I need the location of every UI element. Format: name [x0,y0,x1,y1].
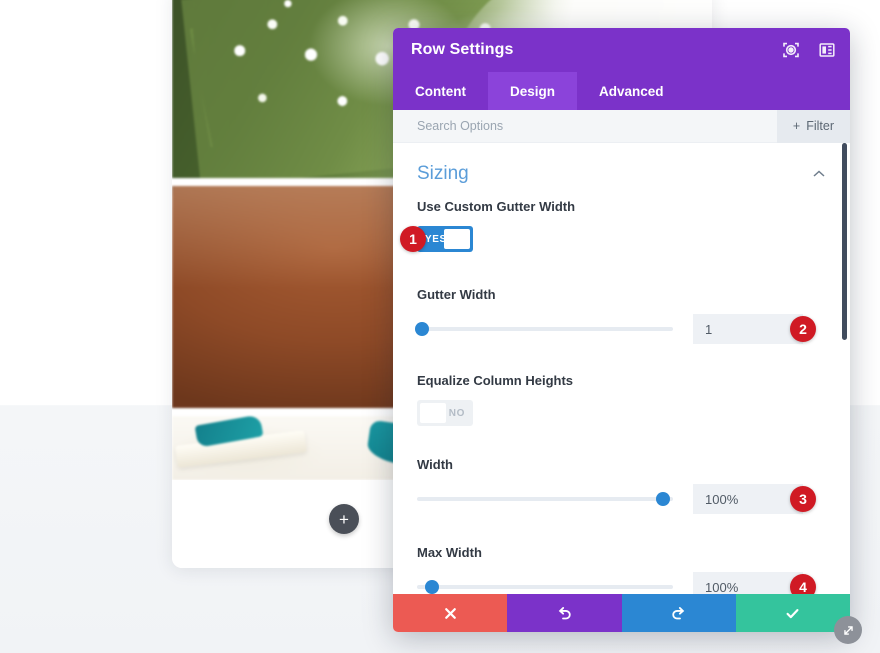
slider-thumb[interactable] [655,492,670,506]
input-width[interactable] [693,484,803,514]
slider-thumb[interactable] [415,322,430,336]
slider-thumb[interactable] [425,580,440,594]
field-width: Width 3 [417,433,826,521]
page-title: Row Settings [411,41,514,58]
field-use-custom-gutter-width: Use Custom Gutter Width 1 YES [400,199,826,261]
undo-icon [558,606,571,619]
filter-button[interactable]: + Filter [776,109,850,143]
field-label: Use Custom Gutter Width [417,199,576,214]
slider-track [417,497,673,501]
step-badge-2: 2 [790,316,816,342]
slider-gutter-width[interactable] [415,319,673,339]
slider-max-width[interactable] [417,577,673,594]
modal-header: Row Settings [393,28,850,72]
field-label: Max Width [417,545,482,560]
checkmark-icon [786,608,799,618]
field-label: Width [417,457,453,472]
layout-panel-icon[interactable] [818,41,836,59]
cancel-button[interactable] [393,594,508,632]
slider-track [417,327,673,331]
field-equalize-column-heights: Equalize Column Heights NO [417,351,826,433]
focus-target-icon[interactable] [782,41,800,59]
field-max-width: Max Width 4 [417,521,826,594]
section-title: Sizing [417,163,469,184]
input-max-width[interactable] [693,572,803,594]
chevron-up-icon[interactable] [812,167,826,181]
search-input[interactable] [417,119,777,133]
search-bar: + Filter [393,109,850,143]
modal-header-icons [782,41,836,59]
tab-advanced[interactable]: Advanced [577,72,686,110]
step-badge-4: 4 [790,574,816,594]
plus-icon: + [792,119,801,133]
modal-footer [393,594,850,632]
redo-icon [672,606,685,619]
toggle-state-label: YES [425,233,447,245]
close-icon [444,607,456,619]
modal-tabs: Content Design Advanced [393,72,850,110]
toggle-knob [420,403,446,423]
scrollbar-thumb[interactable] [842,143,847,340]
screen: + Row Settings Content Design Advanced S… [0,0,880,653]
plus-icon: + [339,509,349,529]
slider-width[interactable] [417,489,673,509]
redo-button[interactable] [621,594,736,632]
toggle-state-label: NO [448,407,465,419]
input-gutter-width[interactable] [693,314,803,344]
tab-design[interactable]: Design [488,72,578,110]
add-module-button[interactable]: + [329,504,359,534]
options-scrollbar[interactable] [841,143,847,594]
options-scroll-area: Sizing Use Custom Gutter Width 1 YES Gut… [393,143,850,594]
section-sizing-header[interactable]: Sizing [417,143,826,199]
resize-diagonal-icon [843,625,853,635]
resize-handle[interactable] [834,616,862,644]
row-settings-modal: Row Settings Content Design Advanced Sea… [393,28,862,644]
field-gutter-width: Gutter Width 2 [415,261,826,351]
field-label: Equalize Column Heights [417,373,574,388]
save-button[interactable] [735,594,850,632]
step-badge-3: 3 [790,486,816,512]
tab-content[interactable]: Content [393,72,488,110]
slider-track [417,585,673,589]
filter-button-label: Filter [806,119,834,133]
toggle-knob [444,229,470,249]
field-label: Gutter Width [417,287,496,302]
undo-button[interactable] [507,594,622,632]
step-badge-1: 1 [400,226,426,252]
toggle-equalize-column-heights[interactable]: NO [417,400,473,426]
